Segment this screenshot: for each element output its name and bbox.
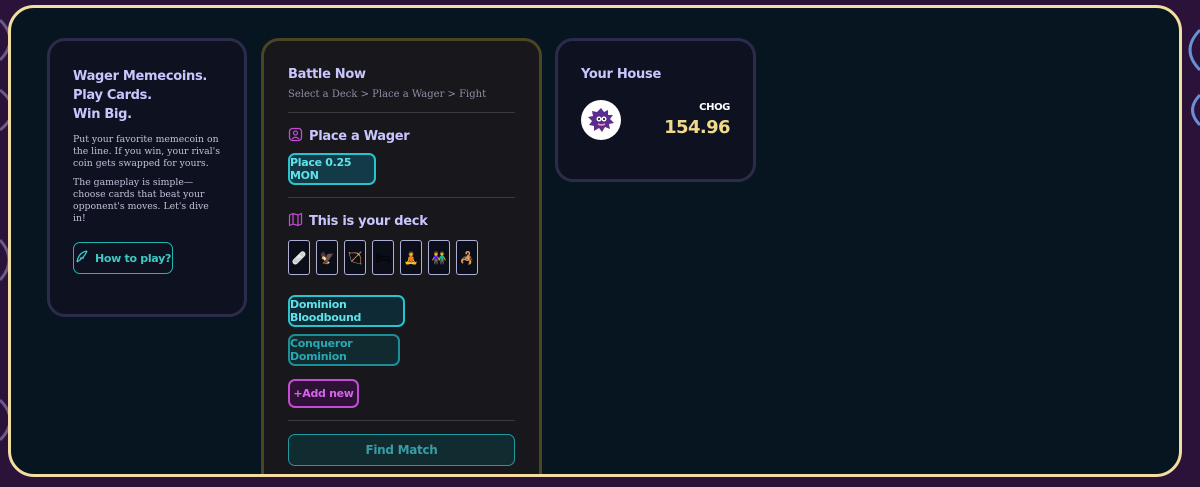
deck-card[interactable]: 🦂 xyxy=(456,240,478,275)
headline-line-3: Win Big. xyxy=(73,107,132,122)
house-balance-row: CHOG 154.96 xyxy=(581,100,731,140)
house-title: Your House xyxy=(581,67,661,82)
add-deck-button[interactable]: +Add new xyxy=(288,379,359,408)
deck-card[interactable]: 🛏 xyxy=(372,240,394,275)
deck-card[interactable]: 🦅 xyxy=(316,240,338,275)
divider xyxy=(288,112,515,113)
intro-card: Wager Memecoins. Play Cards. Win Big. Pu… xyxy=(47,38,247,317)
feather-icon xyxy=(75,250,89,267)
deck-card[interactable]: 🏹 xyxy=(344,240,366,275)
divider xyxy=(288,420,515,421)
house-card: Your House CHOG 154.96 xyxy=(555,38,756,182)
deck-cards: 🩹 🦅 🏹 🛏 🧘 👫 🦂 xyxy=(288,240,515,275)
deck-heading-label: This is your deck xyxy=(309,214,428,229)
coin-value: 154.96 xyxy=(664,117,730,138)
how-to-play-label: How to play? xyxy=(94,251,172,265)
battle-card: Battle Now Select a Deck > Place a Wager… xyxy=(261,38,542,474)
headline-line-2: Play Cards. xyxy=(73,88,152,103)
intro-headline: Wager Memecoins. Play Cards. Win Big. xyxy=(73,67,222,124)
deck-card[interactable]: 👫 xyxy=(428,240,450,275)
deck-card[interactable]: 🧘 xyxy=(400,240,422,275)
wager-heading-label: Place a Wager xyxy=(309,129,410,144)
main-frame: Wager Memecoins. Play Cards. Win Big. Pu… xyxy=(8,5,1182,477)
map-icon xyxy=(288,212,303,231)
battle-subtitle: Select a Deck > Place a Wager > Fight xyxy=(288,89,487,100)
intro-paragraph-2: The gameplay is simple—choose cards that… xyxy=(73,176,209,225)
coin-balance: CHOG 154.96 xyxy=(664,102,730,138)
divider xyxy=(288,197,515,198)
user-badge-icon xyxy=(288,127,303,146)
deck-card[interactable]: 🩹 xyxy=(288,240,310,275)
battle-title: Battle Now xyxy=(288,67,366,82)
wager-heading: Place a Wager xyxy=(288,127,515,146)
deck-option-conqueror-dominion[interactable]: Conqueror Dominion xyxy=(288,334,400,366)
how-to-play-button[interactable]: How to play? xyxy=(73,242,173,275)
find-match-button[interactable]: Find Match xyxy=(288,434,515,466)
deck-option-dominion-bloodbound[interactable]: Dominion Bloodbound xyxy=(288,295,405,327)
place-wager-button[interactable]: Place 0.25 MON xyxy=(288,153,376,185)
deck-heading: This is your deck xyxy=(288,212,515,231)
headline-line-1: Wager Memecoins. xyxy=(73,69,208,84)
coin-label: CHOG xyxy=(699,102,730,113)
chog-mascot-icon xyxy=(581,100,621,140)
intro-paragraph-1: Put your favorite memecoin on the line. … xyxy=(73,134,220,170)
